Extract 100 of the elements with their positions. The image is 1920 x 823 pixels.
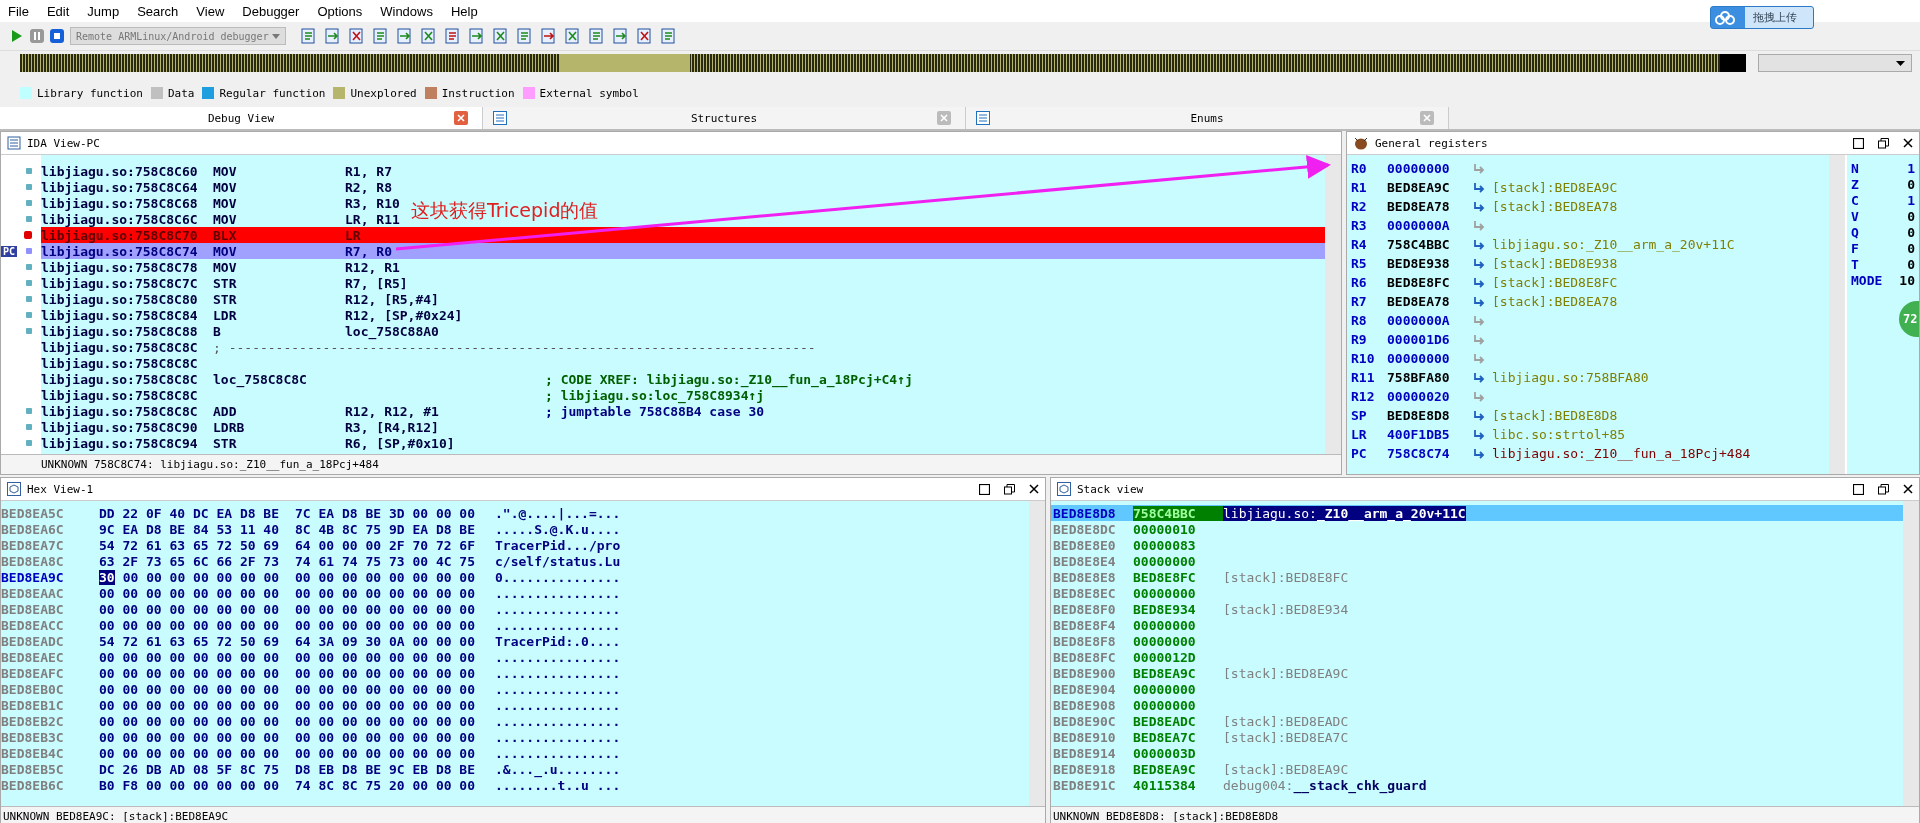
- register-value[interactable]: BED8E8D8: [1387, 408, 1469, 423]
- scrollbar[interactable]: [1903, 501, 1919, 806]
- stack-row[interactable]: BED8E8E0 00000083: [1051, 537, 1903, 553]
- stack-row[interactable]: BED8E8EC 00000000: [1051, 585, 1903, 601]
- jump-arrow-icon[interactable]: [1473, 448, 1486, 459]
- stack-row[interactable]: BED8E8E4 00000000: [1051, 553, 1903, 569]
- menu-item[interactable]: Options: [317, 3, 363, 19]
- register-value[interactable]: 00000000: [1387, 161, 1469, 176]
- stack-row[interactable]: BED8E910 BED8EA7C [stack]:BED8EA7C: [1051, 729, 1903, 745]
- jump-arrow-icon[interactable]: [1473, 201, 1486, 212]
- menu-item[interactable]: File: [8, 3, 29, 19]
- jump-arrow-icon[interactable]: [1473, 258, 1486, 269]
- register-value[interactable]: 758C4BBC: [1387, 237, 1469, 252]
- code-line[interactable]: libjiagu.so:758C8C64 MOV R2, R8: [41, 179, 392, 195]
- register-target[interactable]: libjiagu.so:_Z10__arm_a_20v+11C: [1492, 237, 1735, 252]
- stack-target[interactable]: [stack]:BED8EADC: [1223, 713, 1349, 729]
- flag-value[interactable]: 1: [1907, 161, 1915, 177]
- register-target[interactable]: libjiagu.so:758BFA80: [1492, 370, 1649, 385]
- restore-icon[interactable]: [1878, 483, 1889, 495]
- register-value[interactable]: 0000000A: [1387, 218, 1469, 233]
- code-line[interactable]: libjiagu.so:758C8C8C: [41, 355, 213, 371]
- register-value[interactable]: BED8EA9C: [1387, 180, 1469, 195]
- stack-target[interactable]: debug004:__stack_chk_guard: [1223, 777, 1427, 793]
- register-value[interactable]: 758C8C74: [1387, 446, 1469, 461]
- tab[interactable]: Enums: [966, 107, 1449, 129]
- register-value[interactable]: 00000000: [1387, 351, 1469, 366]
- register-value[interactable]: 000001D6: [1387, 332, 1469, 347]
- code-line[interactable]: libjiagu.so:758C8C94 STR R6, [SP,#0x10]: [41, 435, 455, 451]
- register-value[interactable]: BED8E938: [1387, 256, 1469, 271]
- scrollbar[interactable]: [1829, 155, 1845, 474]
- code-line[interactable]: libjiagu.so:758C8C78 MOV R12, R1: [41, 259, 400, 275]
- stack-row[interactable]: BED8E904 00000000: [1051, 681, 1903, 697]
- register-value[interactable]: BED8E8FC: [1387, 275, 1469, 290]
- stack-row[interactable]: BED8E8F8 00000000: [1051, 633, 1903, 649]
- code-line[interactable]: libjiagu.so:758C8C8C ; ---------------------------------------------------------------------------: [41, 339, 816, 355]
- jump-arrow-icon[interactable]: [1473, 429, 1486, 440]
- register-value[interactable]: BED8EA78: [1387, 199, 1469, 214]
- stack-row[interactable]: BED8E8DC 00000010: [1051, 521, 1903, 537]
- tab[interactable]: Debug View: [0, 107, 483, 129]
- flag-value[interactable]: 1: [1907, 193, 1915, 209]
- menu-item[interactable]: Windows: [380, 3, 433, 19]
- stack-row[interactable]: BED8E908 00000000: [1051, 697, 1903, 713]
- register-target[interactable]: [stack]:BED8EA78: [1492, 199, 1618, 214]
- close-icon[interactable]: [1903, 484, 1913, 494]
- code-line[interactable]: libjiagu.so:758C8C80 STR R12, [R5,#4]: [41, 291, 439, 307]
- stack-row[interactable]: BED8E918 BED8EA9C [stack]:BED8EA9C: [1051, 761, 1903, 777]
- code-line[interactable]: libjiagu.so:758C8C88 B loc_758C88A0: [41, 323, 439, 339]
- code-line[interactable]: libjiagu.so:758C8C90 LDRB R3, [R4,R12]: [41, 419, 439, 435]
- play-icon[interactable]: [10, 29, 24, 43]
- register-value[interactable]: 400F1DB5: [1387, 427, 1469, 442]
- restore-icon[interactable]: [1878, 137, 1889, 149]
- code-line[interactable]: libjiagu.so:758C8C68 MOV R3, R10: [41, 195, 400, 211]
- stack-target[interactable]: [stack]:BED8E934: [1223, 601, 1349, 617]
- stack-row[interactable]: BED8E8F4 00000000: [1051, 617, 1903, 633]
- jump-arrow-icon[interactable]: [1473, 315, 1486, 326]
- flag-value[interactable]: 0: [1907, 209, 1915, 225]
- navigation-band[interactable]: [20, 54, 1746, 72]
- register-value[interactable]: BED8EA78: [1387, 294, 1469, 309]
- register-target[interactable]: libjiagu.so:_Z10__fun_a_18Pcj+484: [1492, 446, 1751, 461]
- stack-target[interactable]: [stack]:BED8EA7C: [1223, 729, 1349, 745]
- code-line[interactable]: libjiagu.so:758C8C8C ADD R12, R12, #1 ; jumptable 758C88B4 case 30: [41, 403, 765, 419]
- menu-item[interactable]: Edit: [46, 3, 70, 19]
- stop-icon[interactable]: [50, 29, 64, 43]
- menu-item[interactable]: Jump: [87, 3, 120, 19]
- code-line[interactable]: libjiagu.so:758C8C8C loc_758C8C8C ; CODE XREF: libjiagu.so:_Z10__fun_a_18Pcj+C4↑j: [41, 371, 913, 387]
- register-target[interactable]: [stack]:BED8E8FC: [1492, 275, 1618, 290]
- code-line[interactable]: libjiagu.so:758C8C6C MOV LR, R11: [41, 211, 400, 227]
- jump-arrow-icon[interactable]: [1473, 239, 1486, 250]
- stack-target[interactable]: [stack]:BED8EA9C: [1223, 761, 1349, 777]
- jump-arrow-icon[interactable]: [1473, 182, 1486, 193]
- register-value[interactable]: 00000020: [1387, 389, 1469, 404]
- maximize-icon[interactable]: [1853, 137, 1864, 149]
- jump-arrow-icon[interactable]: [1473, 296, 1486, 307]
- scrollbar[interactable]: [1029, 501, 1045, 806]
- register-target[interactable]: [stack]:BED8EA9C: [1492, 180, 1618, 195]
- restore-icon[interactable]: [1004, 483, 1015, 495]
- menu-item[interactable]: View: [196, 3, 225, 19]
- maximize-icon[interactable]: [979, 483, 990, 495]
- flag-value[interactable]: 10: [1899, 273, 1915, 289]
- menu-item[interactable]: Help: [451, 3, 478, 19]
- stack-row[interactable]: BED8E8FC 0000012D: [1051, 649, 1903, 665]
- close-icon[interactable]: [1029, 484, 1039, 494]
- stack-row[interactable]: BED8E8F0 BED8E934 [stack]:BED8E934: [1051, 601, 1903, 617]
- stack-target[interactable]: libjiagu.so:_Z10__arm_a_20v+11C: [1223, 505, 1466, 521]
- pause-icon[interactable]: [30, 29, 44, 43]
- stack-row[interactable]: BED8E8D8 758C4BBC libjiagu.so:_Z10__arm_a_20v+11C: [1051, 505, 1903, 521]
- menu-item[interactable]: Debugger: [242, 3, 300, 19]
- register-value[interactable]: 758BFA80: [1387, 370, 1469, 385]
- breakpoint-icon[interactable]: [24, 231, 32, 239]
- register-target[interactable]: [stack]:BED8EA78: [1492, 294, 1618, 309]
- scrollbar[interactable]: [1325, 155, 1341, 454]
- flag-value[interactable]: 0: [1907, 177, 1915, 193]
- tab[interactable]: Structures: [483, 107, 966, 129]
- close-icon[interactable]: [1903, 138, 1913, 148]
- stack-target[interactable]: [stack]:BED8E8FC: [1223, 569, 1349, 585]
- jump-arrow-icon[interactable]: [1473, 220, 1486, 231]
- document-icon[interactable]: [300, 27, 318, 45]
- register-target[interactable]: libc.so:strtol+85: [1492, 427, 1626, 442]
- code-line[interactable]: libjiagu.so:758C8C7C STR R7, [R5]: [41, 275, 408, 291]
- jump-arrow-icon[interactable]: [1473, 334, 1486, 345]
